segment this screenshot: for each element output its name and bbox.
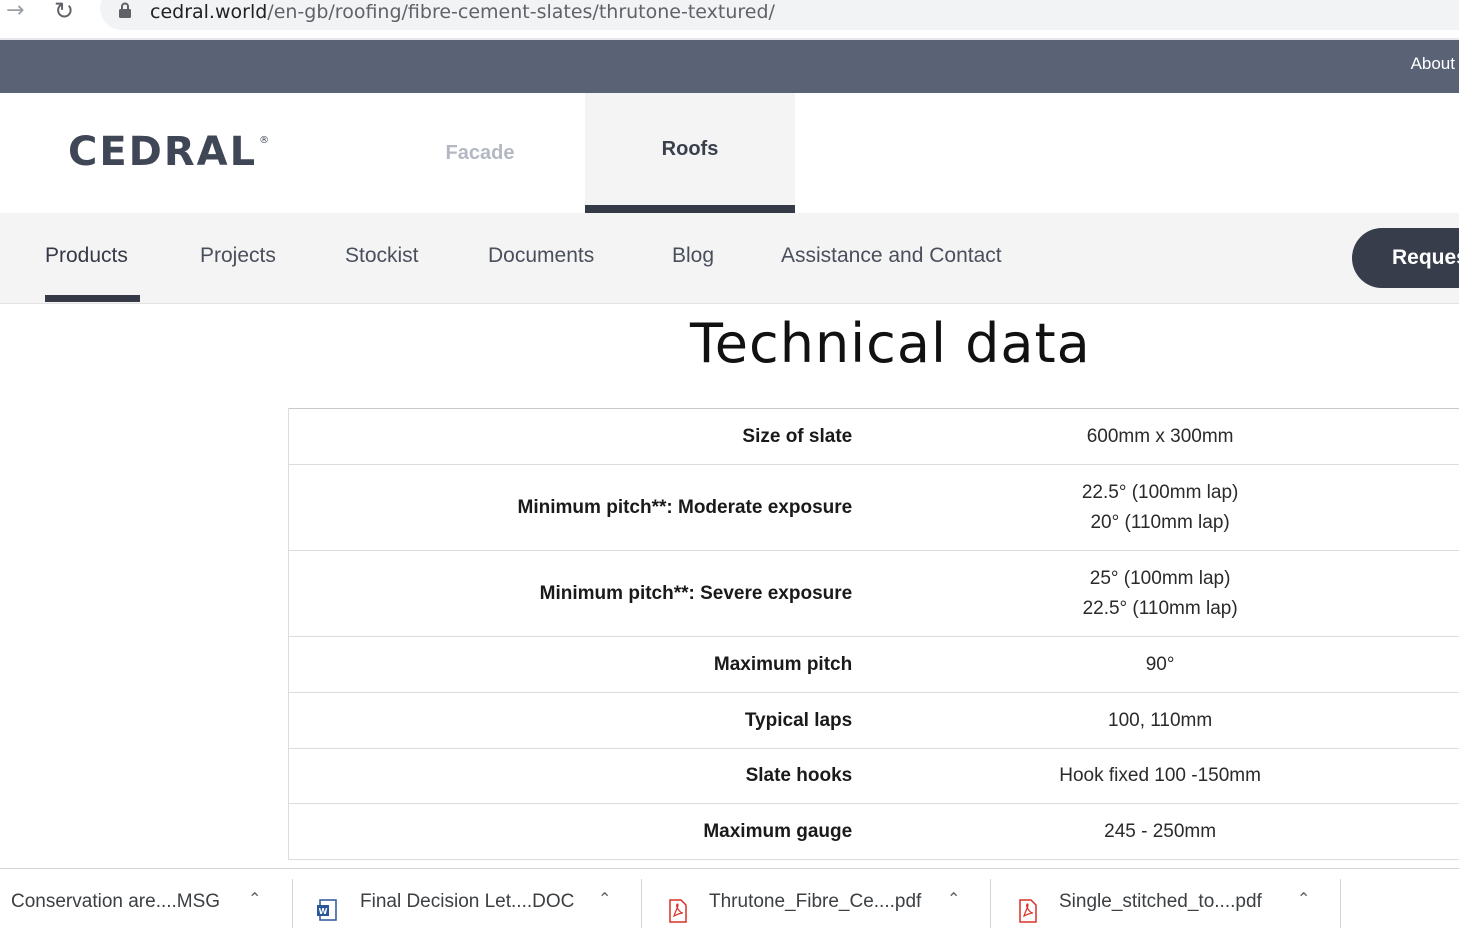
spec-label: Minimum pitch**: Moderate exposure <box>289 465 853 551</box>
download-divider <box>990 879 991 928</box>
chevron-up-icon[interactable]: ⌃ <box>598 889 611 908</box>
forward-arrow-icon[interactable]: → <box>6 0 30 24</box>
download-item-name[interactable]: Conservation are....MSG <box>11 891 220 913</box>
table-row: Maximum gauge 245 - 250mm <box>289 804 1459 860</box>
table-row: Maximum pitch 90° <box>289 637 1459 693</box>
spec-value: 245 - 250mm <box>852 804 1459 860</box>
pdf-icon <box>1017 899 1039 923</box>
url-text[interactable]: cedral.world/en-gb/roofing/fibre-cement-… <box>150 0 775 24</box>
lock-icon <box>118 2 132 18</box>
spec-value: 90° <box>852 637 1459 693</box>
table-row: Typical laps 100, 110mm <box>289 693 1459 749</box>
reload-icon[interactable]: ↻ <box>54 0 80 24</box>
site-header: CEDRAL ® Facade Roofs <box>0 93 1459 213</box>
download-shelf: Conservation are....MSG ⌃ W Final Decisi… <box>0 868 1459 927</box>
table-row: Minimum pitch**: Moderate exposure 22.5°… <box>289 465 1459 551</box>
spec-value: 100, 110mm <box>852 693 1459 749</box>
subnav-assistance-contact[interactable]: Assistance and Contact <box>781 244 1002 268</box>
spec-label: Size of slate <box>289 409 853 465</box>
utility-bar: About <box>0 40 1459 93</box>
spec-label: Typical laps <box>289 693 853 749</box>
spec-value: Hook fixed 100 -150mm <box>852 749 1459 804</box>
subnav-stockist[interactable]: Stockist <box>345 244 419 268</box>
about-link[interactable]: About <box>1411 54 1455 74</box>
registered-mark: ® <box>259 135 269 147</box>
spec-label: Maximum gauge <box>289 804 853 860</box>
download-divider <box>1340 879 1341 928</box>
chevron-up-icon[interactable]: ⌃ <box>947 889 960 908</box>
download-item-name[interactable]: Final Decision Let....DOC <box>360 891 574 913</box>
url-host: cedral.world <box>150 1 267 23</box>
svg-text:W: W <box>319 907 328 916</box>
request-sample-button[interactable]: Request a sample <box>1352 228 1459 288</box>
subnav-blog[interactable]: Blog <box>672 244 714 268</box>
table-row: Slate hooks Hook fixed 100 -150mm <box>289 749 1459 804</box>
url-path: /en-gb/roofing/fibre-cement-slates/thrut… <box>267 1 775 23</box>
table-row: Size of slate 600mm x 300mm <box>289 409 1459 465</box>
cedral-logo[interactable]: CEDRAL ® <box>68 135 269 169</box>
word-doc-icon: W <box>316 899 338 923</box>
download-divider <box>292 879 293 928</box>
page-title: Technical data <box>690 312 1091 375</box>
spec-label: Slate hooks <box>289 749 853 804</box>
logo-text: CEDRAL <box>68 135 257 169</box>
tab-facade[interactable]: Facade <box>375 93 585 213</box>
spec-value: 25° (100mm lap)22.5° (110mm lap) <box>852 551 1459 637</box>
spec-label: Maximum pitch <box>289 637 853 693</box>
table-row: Minimum pitch**: Severe exposure 25° (10… <box>289 551 1459 637</box>
download-item-name[interactable]: Single_stitched_to....pdf <box>1059 891 1262 913</box>
subnav-documents[interactable]: Documents <box>488 244 594 268</box>
browser-address-bar: → ↻ cedral.world/en-gb/roofing/fibre-cem… <box>0 0 1459 40</box>
sub-navigation: Products Projects Stockist Documents Blo… <box>0 213 1459 304</box>
technical-data-table: Size of slate 600mm x 300mm Minimum pitc… <box>288 408 1459 860</box>
download-divider <box>641 879 642 928</box>
spec-label: Minimum pitch**: Severe exposure <box>289 551 853 637</box>
chevron-up-icon[interactable]: ⌃ <box>1297 889 1310 908</box>
subnav-projects[interactable]: Projects <box>200 244 276 268</box>
active-tab-indicator <box>45 295 140 302</box>
subnav-products[interactable]: Products <box>45 244 128 268</box>
spec-value: 600mm x 300mm <box>852 409 1459 465</box>
spec-value: 22.5° (100mm lap)20° (110mm lap) <box>852 465 1459 551</box>
tab-roofs[interactable]: Roofs <box>585 93 795 213</box>
download-item-name[interactable]: Thrutone_Fibre_Ce....pdf <box>709 891 921 913</box>
pdf-icon <box>667 899 689 923</box>
chevron-up-icon[interactable]: ⌃ <box>248 889 261 908</box>
